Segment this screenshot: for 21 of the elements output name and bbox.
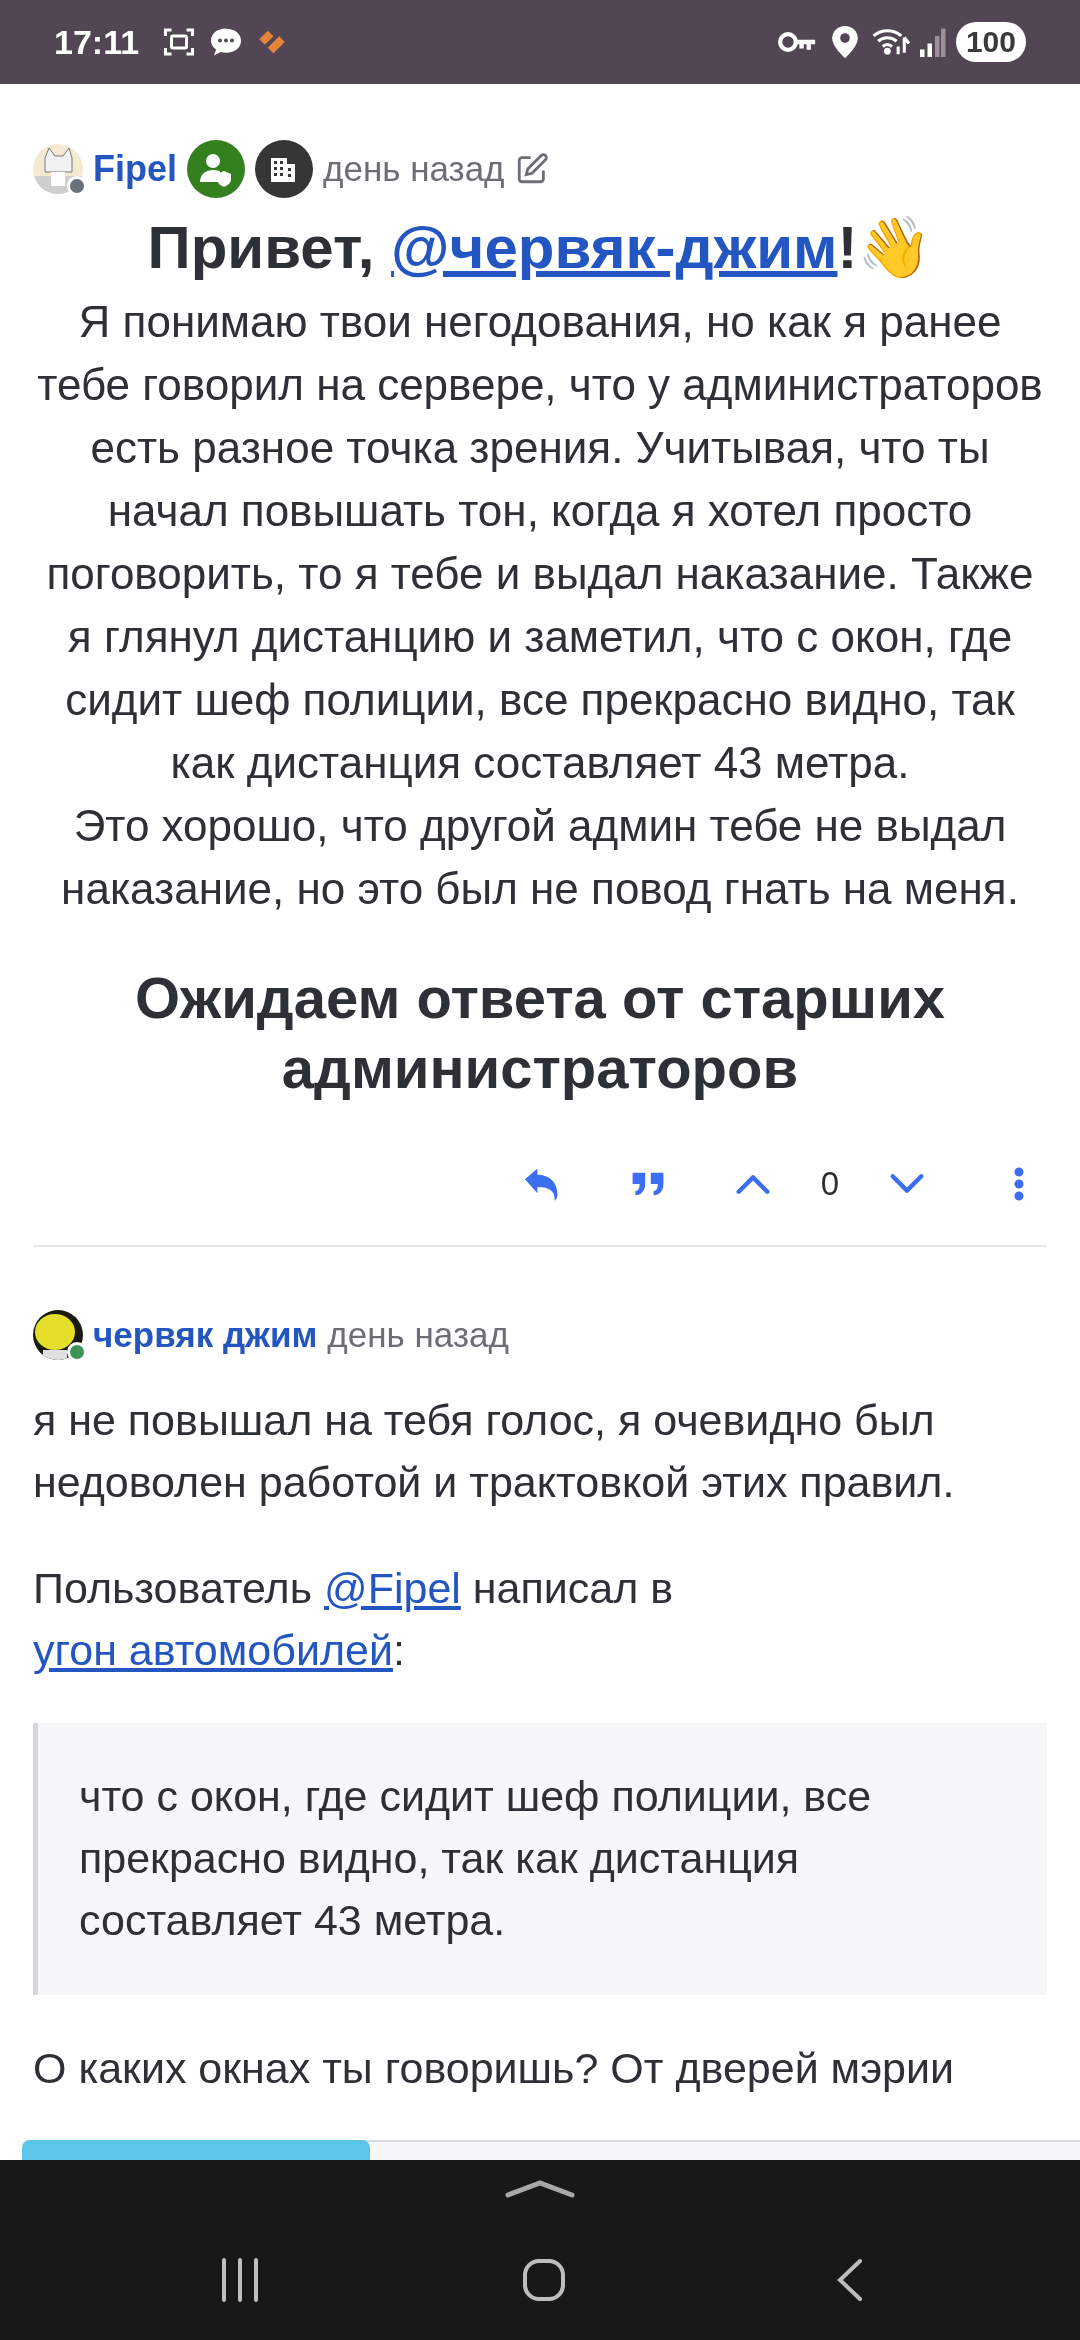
text: написал в [471, 1563, 674, 1612]
post-time: день назад [323, 147, 505, 190]
paragraph: я не повышал на тебя голос, я очевидно был недоволен работой и трактовкой этих правил. [33, 1394, 956, 1508]
text: !👋 [837, 214, 933, 281]
text: Привет, [147, 214, 376, 281]
quote-text: что с окон, где сидит шеф полиции, все прекрасно видно, так как дистанция составляет 43 метра. [79, 1770, 873, 1946]
battery-indicator: 100 [955, 22, 1026, 62]
paragraph: Я понимаю твои негодования, но как я ранее тебе говорил на сервере, что у администраторов есть разное точка зрения. Учитывая, что ты начал повышать тон, когда я хотел просто поговорить, то я тебе и выдал наказание. Также я глянул дистанцию и заметил, что с окон, где сидит шеф полиции, все прекрасно видно, так как дистанция составляет 43 метра. [36, 296, 1044, 789]
text: : [392, 1625, 405, 1674]
paragraph: Это хорошо, что другой админ тебе не выдал наказание, но это был не повод гнать на меня. [60, 800, 1020, 915]
username[interactable]: Fipel [93, 142, 177, 196]
heading: Ожидаем ответа от старших администраторов [133, 964, 947, 1102]
username[interactable]: червяк джим [93, 1309, 318, 1362]
text: Пользователь [33, 1563, 314, 1612]
paragraph: О каких окнах ты говоришь? От дверей мэрии [33, 2042, 956, 2094]
link[interactable]: угон автомобилей [33, 1625, 393, 1674]
vote-count: 0 [820, 1164, 839, 1205]
clock: 17:11 [54, 21, 140, 63]
post-time: день назад [327, 1314, 509, 1356]
link[interactable]: @Fipel [324, 1563, 461, 1612]
link[interactable]: @червяк-джим [391, 214, 838, 281]
